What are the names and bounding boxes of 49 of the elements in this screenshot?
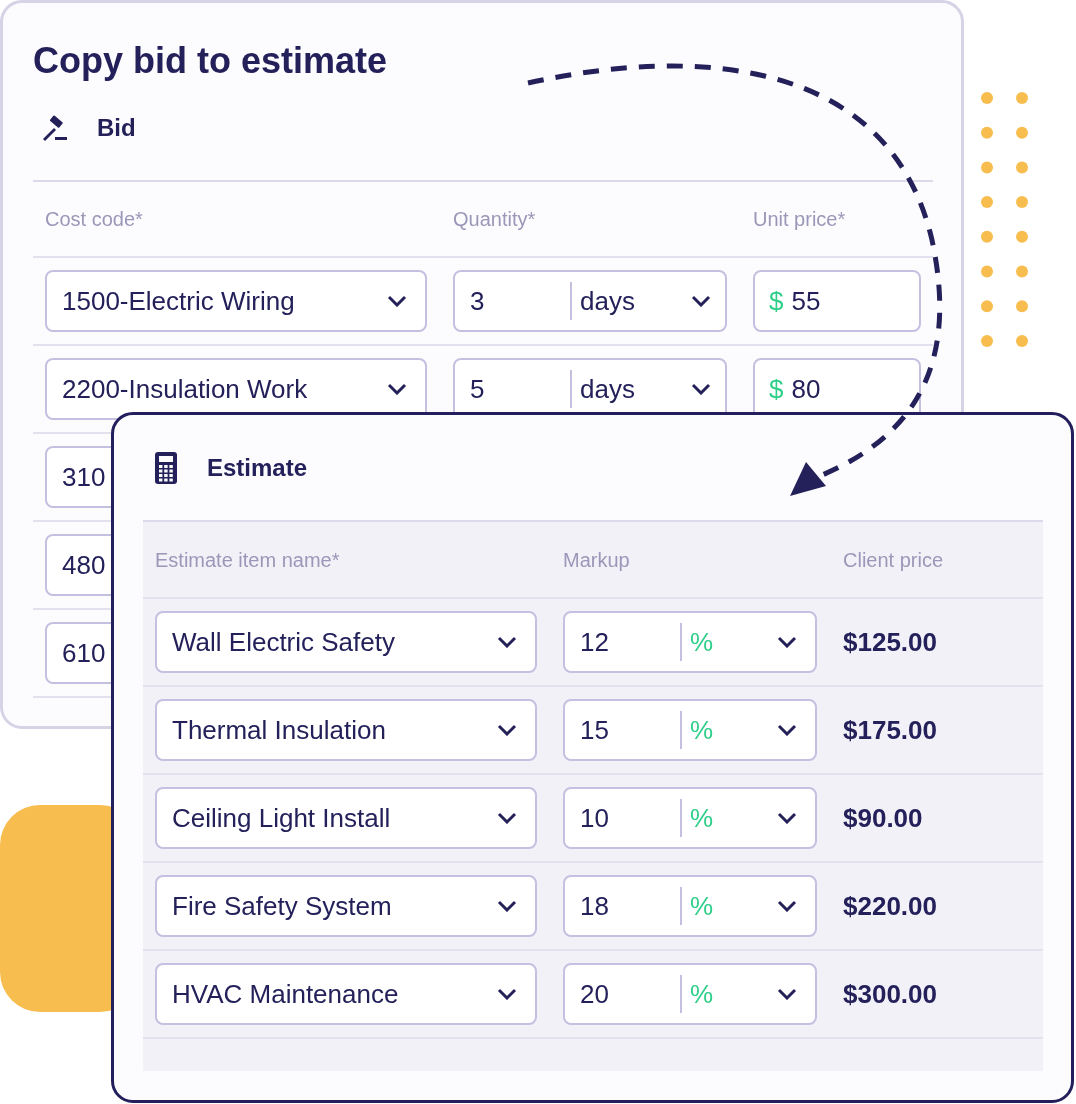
price-value: 80: [791, 372, 821, 406]
chevron-down-icon: [777, 724, 797, 736]
client-price: $125.00: [843, 625, 938, 659]
calculator-icon: [155, 452, 177, 484]
chevron-down-icon: [691, 295, 711, 307]
markup-field[interactable]: 12 %: [563, 611, 817, 673]
unit-select[interactable]: days: [580, 281, 635, 321]
column-header: Client price: [843, 547, 945, 573]
column-header: Quantity*: [453, 207, 537, 232]
chevron-down-icon: [497, 724, 517, 736]
unit-select[interactable]: days: [580, 369, 635, 409]
chevron-down-icon: [777, 812, 797, 824]
column-header: Cost code*: [45, 207, 144, 232]
dropdown-field[interactable]: Fire Safety System: [155, 875, 537, 937]
chevron-down-icon: [777, 900, 797, 912]
chevron-down-icon: [691, 383, 711, 395]
client-price: $175.00: [843, 713, 938, 747]
quantity-field[interactable]: 3 days: [453, 270, 727, 332]
section-heading: Bid: [97, 113, 136, 143]
column-header: Markup: [563, 547, 631, 573]
dropdown-field[interactable]: 1500-Electric Wiring: [45, 270, 427, 332]
client-price: $220.00: [843, 889, 938, 923]
chevron-down-icon: [777, 636, 797, 648]
chevron-down-icon: [497, 900, 517, 912]
column-header: Estimate item name*: [155, 547, 341, 573]
markup-field[interactable]: 18 %: [563, 875, 817, 937]
page-title: Copy bid to estimate: [33, 39, 388, 83]
chevron-down-icon: [497, 812, 517, 824]
markup-field[interactable]: 20 %: [563, 963, 817, 1025]
client-price: $90.00: [843, 801, 924, 835]
section-heading: Estimate: [207, 453, 308, 483]
chevron-down-icon: [497, 988, 517, 1000]
client-price: $300.00: [843, 977, 938, 1011]
chevron-down-icon: [777, 988, 797, 1000]
price-field[interactable]: $ 55: [753, 270, 921, 332]
markup-field[interactable]: 15 %: [563, 699, 817, 761]
chevron-down-icon: [497, 636, 517, 648]
dropdown-field[interactable]: Wall Electric Safety: [155, 611, 537, 673]
dropdown-field[interactable]: Thermal Insulation: [155, 699, 537, 761]
currency-symbol: $: [769, 372, 784, 406]
dropdown-field[interactable]: HVAC Maintenance: [155, 963, 537, 1025]
price-value: 55: [791, 284, 821, 318]
dropdown-field[interactable]: 2200-Insulation Work: [45, 358, 427, 420]
chevron-down-icon: [387, 383, 407, 395]
markup-field[interactable]: 10 %: [563, 787, 817, 849]
currency-symbol: $: [769, 284, 784, 318]
column-header: Unit price*: [753, 207, 847, 232]
dropdown-field[interactable]: Ceiling Light Install: [155, 787, 537, 849]
chevron-down-icon: [387, 295, 407, 307]
